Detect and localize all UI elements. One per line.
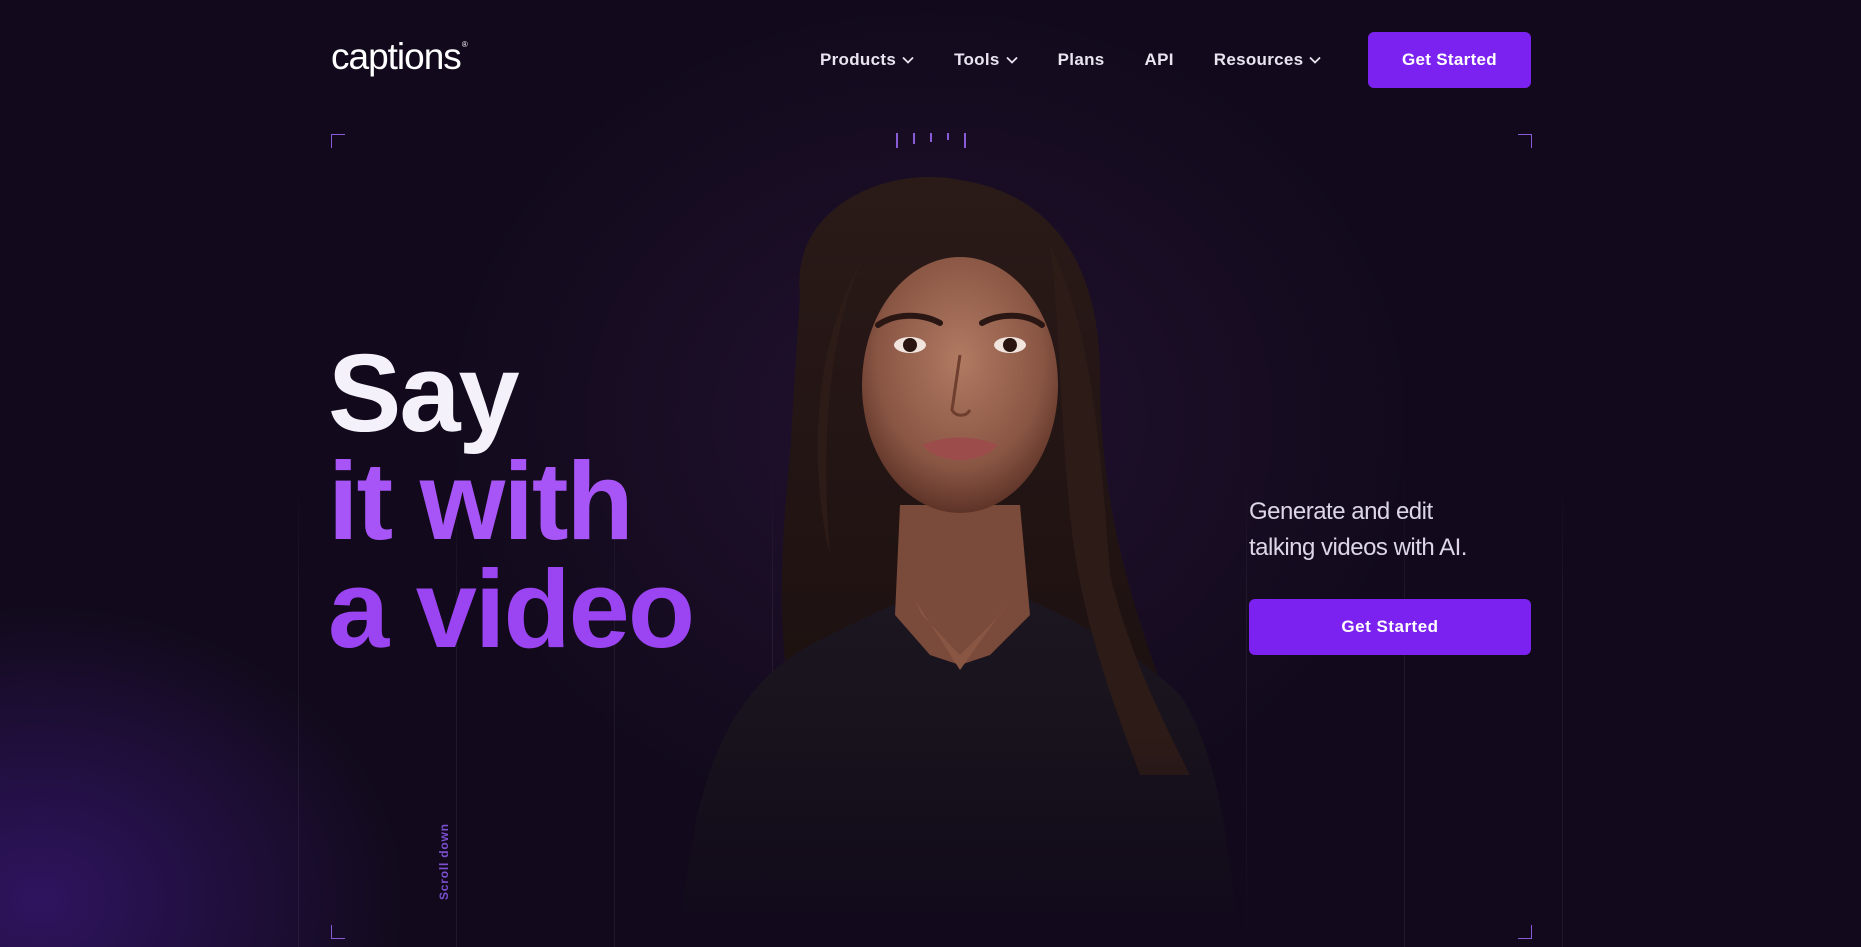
corner-bracket-bottom-left: [331, 925, 345, 939]
headline-line-3: a video: [328, 548, 695, 671]
chevron-down-icon: [1309, 56, 1322, 64]
hero-get-started-button[interactable]: Get Started: [1249, 599, 1531, 655]
main-nav: Products Tools Plans API Resources: [800, 32, 1341, 88]
hero-page: captions® Products Tools Plans API Resou…: [0, 0, 1861, 947]
tagline-line-2: talking videos with AI.: [1249, 534, 1467, 561]
headline-line-1: Say: [328, 332, 520, 455]
nav-item-tools[interactable]: Tools: [954, 50, 1018, 70]
nav-item-resources[interactable]: Resources: [1214, 50, 1322, 70]
captions-logo[interactable]: captions®: [331, 36, 468, 78]
nav-item-label: Resources: [1213, 50, 1304, 69]
headline-line-2: it with: [328, 440, 634, 563]
scroll-down-link[interactable]: Scroll down: [437, 823, 451, 900]
corner-bracket-bottom-right: [1518, 925, 1532, 939]
chevron-down-icon: [902, 56, 914, 64]
presenter-image: [660, 176, 1250, 947]
nav-item-label: Products: [820, 50, 897, 69]
nav-item-label: Plans: [1057, 50, 1105, 69]
nav-item-products[interactable]: Products: [820, 50, 914, 70]
ruler-ticks: [896, 133, 968, 149]
corner-bracket-top-left: [331, 134, 345, 148]
grid-line: [1562, 470, 1563, 947]
logo-text: captions: [331, 36, 462, 77]
hero-tagline: Generate and edit talking videos with AI…: [1249, 494, 1509, 566]
chevron-down-icon: [1006, 56, 1018, 64]
logo-trademark: ®: [461, 40, 468, 49]
hero-headline: Say it with a video: [328, 332, 695, 671]
nav-item-label: API: [1144, 50, 1174, 69]
nav-item-plans[interactable]: Plans: [1058, 50, 1105, 70]
corner-bracket-top-right: [1518, 134, 1532, 148]
nav-item-api[interactable]: API: [1145, 50, 1174, 70]
tagline-line-1: Generate and edit: [1249, 498, 1433, 525]
nav-get-started-button[interactable]: Get Started: [1368, 32, 1531, 88]
nav-item-label: Tools: [954, 50, 1000, 69]
grid-line: [298, 470, 299, 947]
